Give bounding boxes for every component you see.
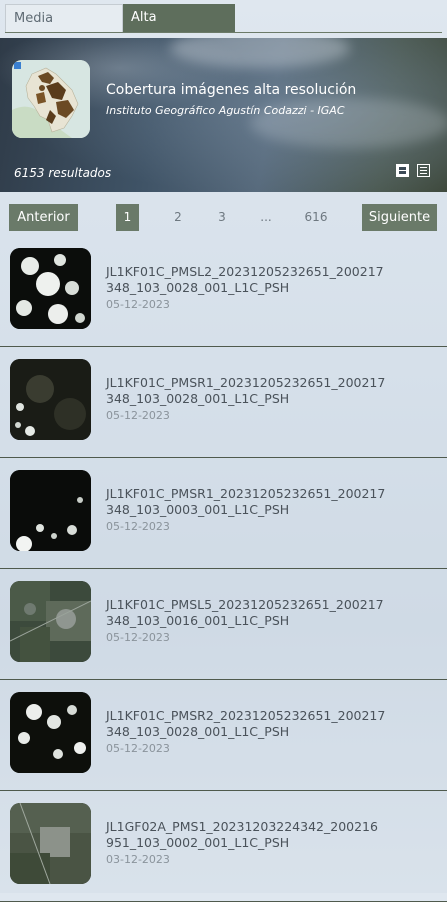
collection-subtitle: Instituto Geográfico Agustín Codazzi - I… [106,104,345,117]
image-name-line2: 348_103_0003_001_L1C_PSH [106,502,290,517]
image-date: 05-12-2023 [106,631,170,644]
image-name-line2: 348_103_0028_001_L1C_PSH [106,724,290,739]
image-thumbnail[interactable] [10,803,91,884]
image-date: 05-12-2023 [106,742,170,755]
image-thumbnail[interactable] [10,470,91,551]
list-view-icon[interactable] [417,164,430,177]
coverage-map-icon [12,60,90,138]
image-name[interactable]: JL1KF01C_PMSR1_20231205232651_200217 348… [106,375,426,407]
list-item[interactable]: JL1KF01C_PMSL5_20231205232651_200217 348… [0,569,447,680]
next-page-button[interactable]: Siguiente [362,204,437,231]
page-3-button[interactable]: 3 [210,204,234,231]
collection-coverage-map-thumbnail[interactable] [12,60,90,138]
list-item[interactable]: JL1KF01C_PMSL2_20231205232651_200217 348… [0,236,447,347]
page-616-button[interactable]: 616 [298,204,334,231]
list-item[interactable]: JL1KF01C_PMSR2_20231205232651_200217 348… [0,680,447,791]
collection-title: Cobertura imágenes alta resolución [106,82,357,98]
list-item[interactable]: JL1KF01C_PMSR1_20231205232651_200217 348… [0,458,447,569]
image-thumbnail[interactable] [10,692,91,773]
results-count: 6153 resultados [14,166,112,180]
collection-header: Cobertura imágenes alta resolución Insti… [0,38,447,192]
hero-background-cloud [170,38,350,68]
image-name[interactable]: JL1KF01C_PMSR1_20231205232651_200217 348… [106,486,426,518]
page-2-button[interactable]: 2 [166,204,190,231]
image-name-line2: 348_103_0016_001_L1C_PSH [106,613,290,628]
list-item[interactable]: JL1GF02A_PMS1_20231203224342_200216 951_… [0,791,447,902]
image-name-line1: JL1KF01C_PMSL5_20231205232651_200217 [106,597,384,612]
image-name[interactable]: JL1KF01C_PMSL2_20231205232651_200217 348… [106,264,426,296]
list-item[interactable]: JL1KF01C_PMSR1_20231205232651_200217 348… [0,347,447,458]
image-date: 05-12-2023 [106,298,170,311]
tab-alta-resolucion[interactable]: Alta resolución [123,4,235,53]
tab-media-resolucion[interactable]: Media resolución [5,4,123,54]
image-date: 05-12-2023 [106,520,170,533]
grid-view-icon[interactable] [396,164,409,177]
image-thumbnail[interactable] [10,359,91,440]
image-name-line2: 951_103_0002_001_L1C_PSH [106,835,290,850]
page-1-button[interactable]: 1 [116,204,139,231]
previous-page-button[interactable]: Anterior [9,204,78,231]
image-thumbnail[interactable] [10,248,91,329]
image-name-line1: JL1KF01C_PMSR1_20231205232651_200217 [106,486,386,501]
resolution-tabs: Media resolución Alta resolución [5,4,442,54]
image-name-line1: JL1KF01C_PMSR1_20231205232651_200217 [106,375,386,390]
image-name-line1: JL1GF02A_PMS1_20231203224342_200216 [106,819,378,834]
image-name-line2: 348_103_0028_001_L1C_PSH [106,391,290,406]
image-name[interactable]: JL1KF01C_PMSL5_20231205232651_200217 348… [106,597,426,629]
image-thumbnail[interactable] [10,581,91,662]
image-name[interactable]: JL1GF02A_PMS1_20231203224342_200216 951_… [106,819,426,851]
pagination-ellipsis: ... [260,210,272,224]
pagination: Anterior 1 2 3 ... 616 Siguiente [0,204,447,232]
image-name-line2: 348_103_0028_001_L1C_PSH [106,280,290,295]
image-name-line1: JL1KF01C_PMSL2_20231205232651_200217 [106,264,384,279]
image-name[interactable]: JL1KF01C_PMSR2_20231205232651_200217 348… [106,708,426,740]
image-name-line1: JL1KF01C_PMSR2_20231205232651_200217 [106,708,386,723]
image-date: 05-12-2023 [106,409,170,422]
image-date: 03-12-2023 [106,853,170,866]
